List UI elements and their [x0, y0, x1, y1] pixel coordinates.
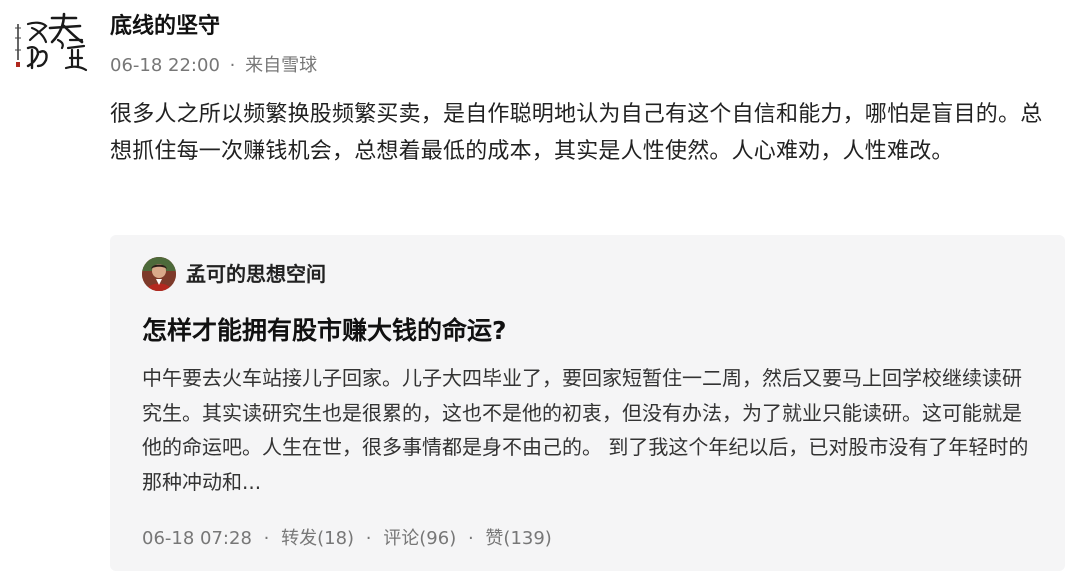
author-avatar[interactable] — [12, 10, 90, 72]
quoted-author-name[interactable]: 孟可的思想空间 — [186, 257, 326, 291]
meta-separator: · — [229, 55, 236, 76]
post-source: 来自雪球 — [245, 55, 318, 76]
post-timestamp[interactable]: 06-18 22:00 — [110, 52, 220, 80]
quoted-post-card[interactable]: 孟可的思想空间 怎样才能拥有股市赚大钱的命运? 中午要去火车站接儿子回家。儿子大… — [110, 235, 1065, 571]
quoted-author-avatar[interactable] — [142, 257, 176, 291]
quoted-timestamp: 06-18 07:28 — [142, 528, 252, 549]
comment-count-button[interactable]: 评论(96) — [383, 525, 456, 553]
meta-separator: · — [263, 528, 270, 549]
meta-separator: · — [467, 528, 474, 549]
repost-count-button[interactable]: 转发(18) — [281, 525, 354, 553]
post-meta: 06-18 22:00 · 来自雪球 — [110, 52, 317, 80]
calligraphy-seal-icon — [15, 12, 88, 72]
user-photo-avatar — [142, 257, 176, 291]
post-container: 底线的坚守 06-18 22:00 · 来自雪球 很多人之所以频繁换股频繁买卖，… — [0, 0, 1080, 571]
quoted-title[interactable]: 怎样才能拥有股市赚大钱的命运? — [142, 311, 507, 351]
quoted-meta: 06-18 07:28 · 转发(18) · 评论(96) · 赞(139) — [142, 525, 552, 553]
author-name[interactable]: 底线的坚守 — [110, 10, 220, 44]
meta-separator: · — [365, 528, 372, 549]
post-text: 很多人之所以频繁换股频繁买卖，是自作聪明地认为自己有这个自信和能力，哪怕是盲目的… — [110, 102, 1043, 164]
like-count-button[interactable]: 赞(139) — [485, 525, 551, 553]
quoted-excerpt: 中午要去火车站接儿子回家。儿子大四毕业了，要回家短暂住一二周，然后又要马上回学校… — [142, 366, 1029, 494]
